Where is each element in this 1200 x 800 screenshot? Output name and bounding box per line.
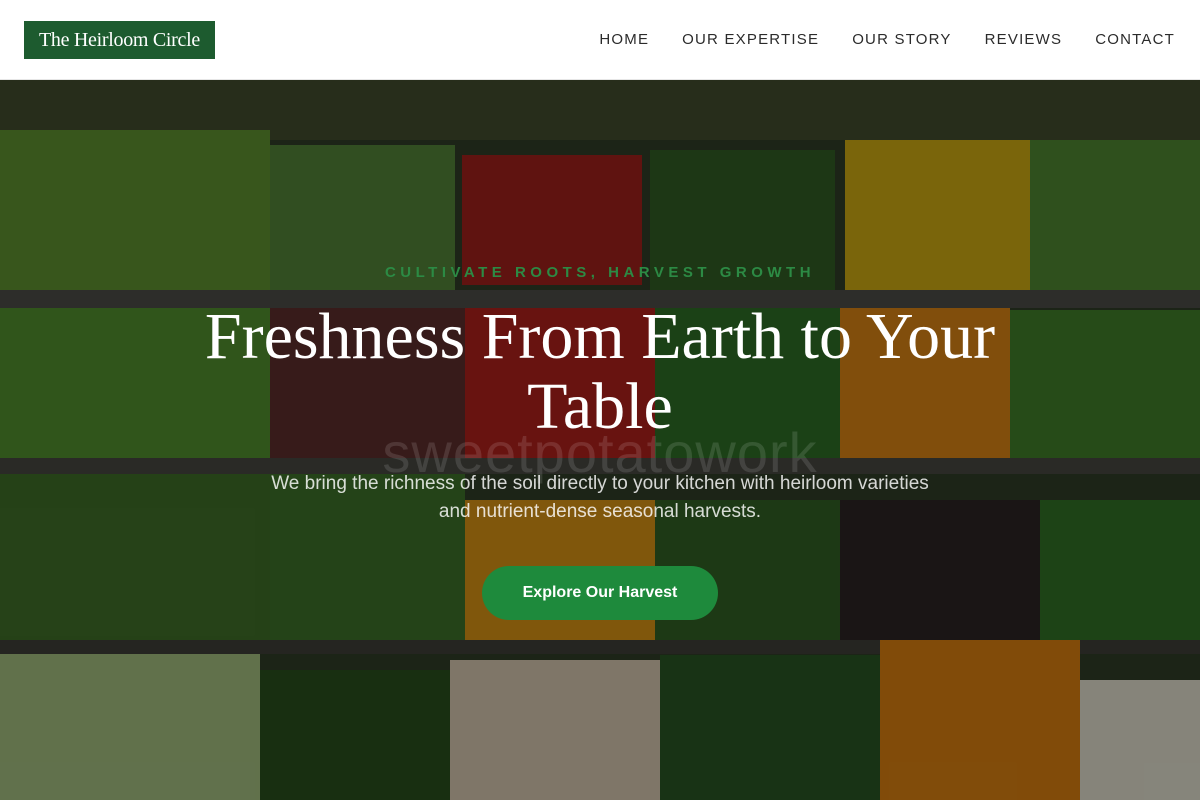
explore-harvest-button[interactable]: Explore Our Harvest	[482, 566, 718, 620]
nav-item-our-expertise[interactable]: OUR EXPERTISE	[682, 31, 819, 48]
hero-eyebrow: CULTIVATE ROOTS, HARVEST GROWTH	[384, 264, 816, 281]
brand-logo[interactable]: The Heirloom Circle	[24, 20, 215, 59]
hero-section: CULTIVATE ROOTS, HARVEST GROWTH sweetpot…	[0, 80, 1200, 800]
hero-content: CULTIVATE ROOTS, HARVEST GROWTH sweetpot…	[0, 80, 1200, 800]
hero-headline: Freshness From Earth to Your Table	[204, 300, 996, 443]
nav-item-reviews[interactable]: REVIEWS	[985, 31, 1063, 48]
nav-item-our-story[interactable]: OUR STORY	[852, 31, 951, 48]
nav-item-home[interactable]: HOME	[599, 31, 649, 48]
site-header: The Heirloom Circle HOME OUR EXPERTISE O…	[0, 0, 1200, 80]
hero-subtext: We bring the richness of the soil direct…	[271, 473, 929, 522]
main-nav: HOME OUR EXPERTISE OUR STORY REVIEWS CON…	[599, 31, 1175, 48]
nav-item-contact[interactable]: CONTACT	[1095, 31, 1175, 48]
